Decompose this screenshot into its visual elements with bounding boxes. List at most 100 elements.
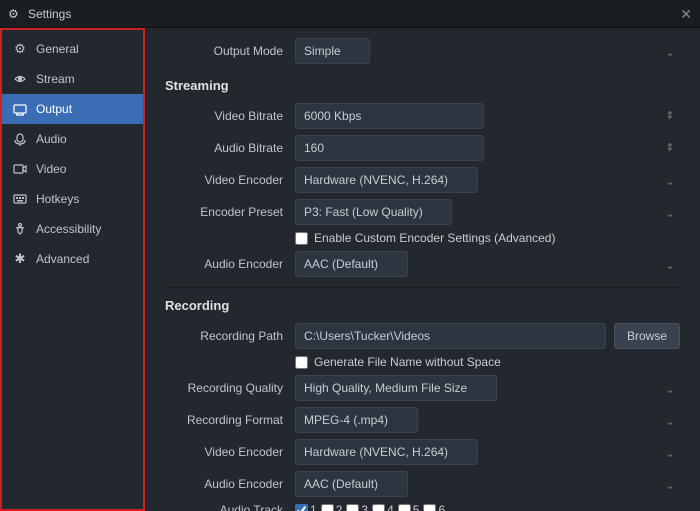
encoder-preset-label: Encoder Preset <box>165 205 295 219</box>
audio-encoder-select[interactable]: AAC (Default) <box>295 251 408 277</box>
output-mode-select-wrapper: Simple <box>295 38 680 64</box>
audio-encoder2-label: Audio Encoder <box>165 477 295 491</box>
track-1-label: 1 <box>310 503 317 511</box>
video-encoder2-wrapper: Hardware (NVENC, H.264) <box>295 439 680 465</box>
track-check-4: 4 <box>372 503 394 511</box>
video-encoder2-select[interactable]: Hardware (NVENC, H.264) <box>295 439 478 465</box>
recording-quality-row: Recording Quality High Quality, Medium F… <box>165 375 680 401</box>
generate-filename-label: Generate File Name without Space <box>314 355 501 369</box>
track-4-checkbox[interactable] <box>372 504 385 511</box>
sidebar-item-general[interactable]: ⚙ General <box>0 34 144 64</box>
sidebar-item-accessibility[interactable]: Accessibility <box>0 214 144 244</box>
audio-encoder-label: Audio Encoder <box>165 257 295 271</box>
recording-section: Recording Recording Path C:\Users\Tucker… <box>165 298 680 511</box>
audio-encoder-select-wrapper: AAC (Default) <box>295 251 680 277</box>
title-bar: ⚙ Settings ✕ <box>0 0 700 28</box>
encoder-preset-select-wrapper: P3: Fast (Low Quality) <box>295 199 680 225</box>
audio-encoder2-row: Audio Encoder AAC (Default) <box>165 471 680 497</box>
audio-encoder2-select[interactable]: AAC (Default) <box>295 471 408 497</box>
audio-bitrate-label: Audio Bitrate <box>165 141 295 155</box>
main-layout: ⚙ General Stream Output <box>0 28 700 511</box>
output-mode-row: Output Mode Simple <box>165 38 680 64</box>
sidebar-item-hotkeys[interactable]: Hotkeys <box>0 184 144 214</box>
track-6-label: 6 <box>438 503 445 511</box>
recording-path-label: Recording Path <box>165 329 295 343</box>
sidebar-item-output[interactable]: Output <box>0 94 144 124</box>
window-title: Settings <box>28 7 71 21</box>
recording-format-label: Recording Format <box>165 413 295 427</box>
sidebar-item-label: Advanced <box>36 252 89 266</box>
track-2-checkbox[interactable] <box>321 504 334 511</box>
track-check-1: 1 <box>295 503 317 511</box>
sidebar-item-label: General <box>36 42 79 56</box>
audio-encoder-row: Audio Encoder AAC (Default) <box>165 251 680 277</box>
sidebar: ⚙ General Stream Output <box>0 28 145 511</box>
video-bitrate-wrapper: 6000 Kbps <box>295 103 680 129</box>
custom-encoder-label: Enable Custom Encoder Settings (Advanced… <box>314 231 555 245</box>
track-check-3: 3 <box>346 503 368 511</box>
video-encoder-select-wrapper: Hardware (NVENC, H.264) <box>295 167 680 193</box>
sidebar-item-advanced[interactable]: ✱ Advanced <box>0 244 144 274</box>
sidebar-item-label: Stream <box>36 72 75 86</box>
track-2-label: 2 <box>336 503 343 511</box>
browse-button[interactable]: Browse <box>614 323 680 349</box>
audio-track-label: Audio Track <box>165 503 295 511</box>
track-3-checkbox[interactable] <box>346 504 359 511</box>
sidebar-item-video[interactable]: Video <box>0 154 144 184</box>
settings-icon: ⚙ <box>8 7 22 21</box>
audio-track-checks: 1 2 3 4 5 <box>295 503 445 511</box>
track-1-checkbox[interactable] <box>295 504 308 511</box>
recording-quality-label: Recording Quality <box>165 381 295 395</box>
recording-path-row: Recording Path C:\Users\Tucker\Videos Br… <box>165 323 680 349</box>
audio-icon <box>12 131 28 147</box>
hotkeys-icon <box>12 191 28 207</box>
streaming-section-header: Streaming <box>165 78 680 93</box>
video-encoder-label: Video Encoder <box>165 173 295 187</box>
sidebar-item-audio[interactable]: Audio <box>0 124 144 154</box>
encoder-preset-select[interactable]: P3: Fast (Low Quality) <box>295 199 452 225</box>
video-encoder2-label: Video Encoder <box>165 445 295 459</box>
sidebar-item-label: Audio <box>36 132 67 146</box>
sidebar-item-label: Hotkeys <box>36 192 79 206</box>
accessibility-icon <box>12 221 28 237</box>
track-check-6: 6 <box>423 503 445 511</box>
track-5-checkbox[interactable] <box>398 504 411 511</box>
video-encoder-row: Video Encoder Hardware (NVENC, H.264) <box>165 167 680 193</box>
video-encoder-select[interactable]: Hardware (NVENC, H.264) <box>295 167 478 193</box>
advanced-icon: ✱ <box>12 251 28 267</box>
video-bitrate-row: Video Bitrate 6000 Kbps <box>165 103 680 129</box>
sidebar-item-label: Accessibility <box>36 222 101 236</box>
video-encoder2-row: Video Encoder Hardware (NVENC, H.264) <box>165 439 680 465</box>
track-check-2: 2 <box>321 503 343 511</box>
audio-bitrate-wrapper: 160 <box>295 135 680 161</box>
audio-encoder2-wrapper: AAC (Default) <box>295 471 680 497</box>
output-mode-select[interactable]: Simple <box>295 38 370 64</box>
stream-icon <box>12 71 28 87</box>
generate-filename-row: Generate File Name without Space <box>295 355 680 369</box>
output-mode-label: Output Mode <box>165 44 295 58</box>
audio-track-row: Audio Track 1 2 3 <box>165 503 680 511</box>
content-area: Output Mode Simple Streaming Video Bitra… <box>145 28 700 511</box>
sidebar-item-label: Output <box>36 102 72 116</box>
close-button[interactable]: ✕ <box>680 7 692 21</box>
output-icon <box>12 101 28 117</box>
sidebar-item-stream[interactable]: Stream <box>0 64 144 94</box>
audio-bitrate-row: Audio Bitrate 160 <box>165 135 680 161</box>
recording-quality-select[interactable]: High Quality, Medium File Size <box>295 375 497 401</box>
encoder-preset-row: Encoder Preset P3: Fast (Low Quality) <box>165 199 680 225</box>
recording-quality-wrapper: High Quality, Medium File Size <box>295 375 680 401</box>
generate-filename-checkbox[interactable] <box>295 356 308 369</box>
recording-format-wrapper: MPEG-4 (.mp4) <box>295 407 680 433</box>
sidebar-item-label: Video <box>36 162 66 176</box>
recording-path-input[interactable]: C:\Users\Tucker\Videos <box>295 323 606 349</box>
track-check-5: 5 <box>398 503 420 511</box>
video-icon <box>12 161 28 177</box>
custom-encoder-checkbox[interactable] <box>295 232 308 245</box>
video-bitrate-input[interactable]: 6000 Kbps <box>295 103 484 129</box>
track-6-checkbox[interactable] <box>423 504 436 511</box>
audio-bitrate-input[interactable]: 160 <box>295 135 484 161</box>
recording-section-header: Recording <box>165 298 680 313</box>
track-4-label: 4 <box>387 503 394 511</box>
track-5-label: 5 <box>413 503 420 511</box>
recording-format-select[interactable]: MPEG-4 (.mp4) <box>295 407 418 433</box>
